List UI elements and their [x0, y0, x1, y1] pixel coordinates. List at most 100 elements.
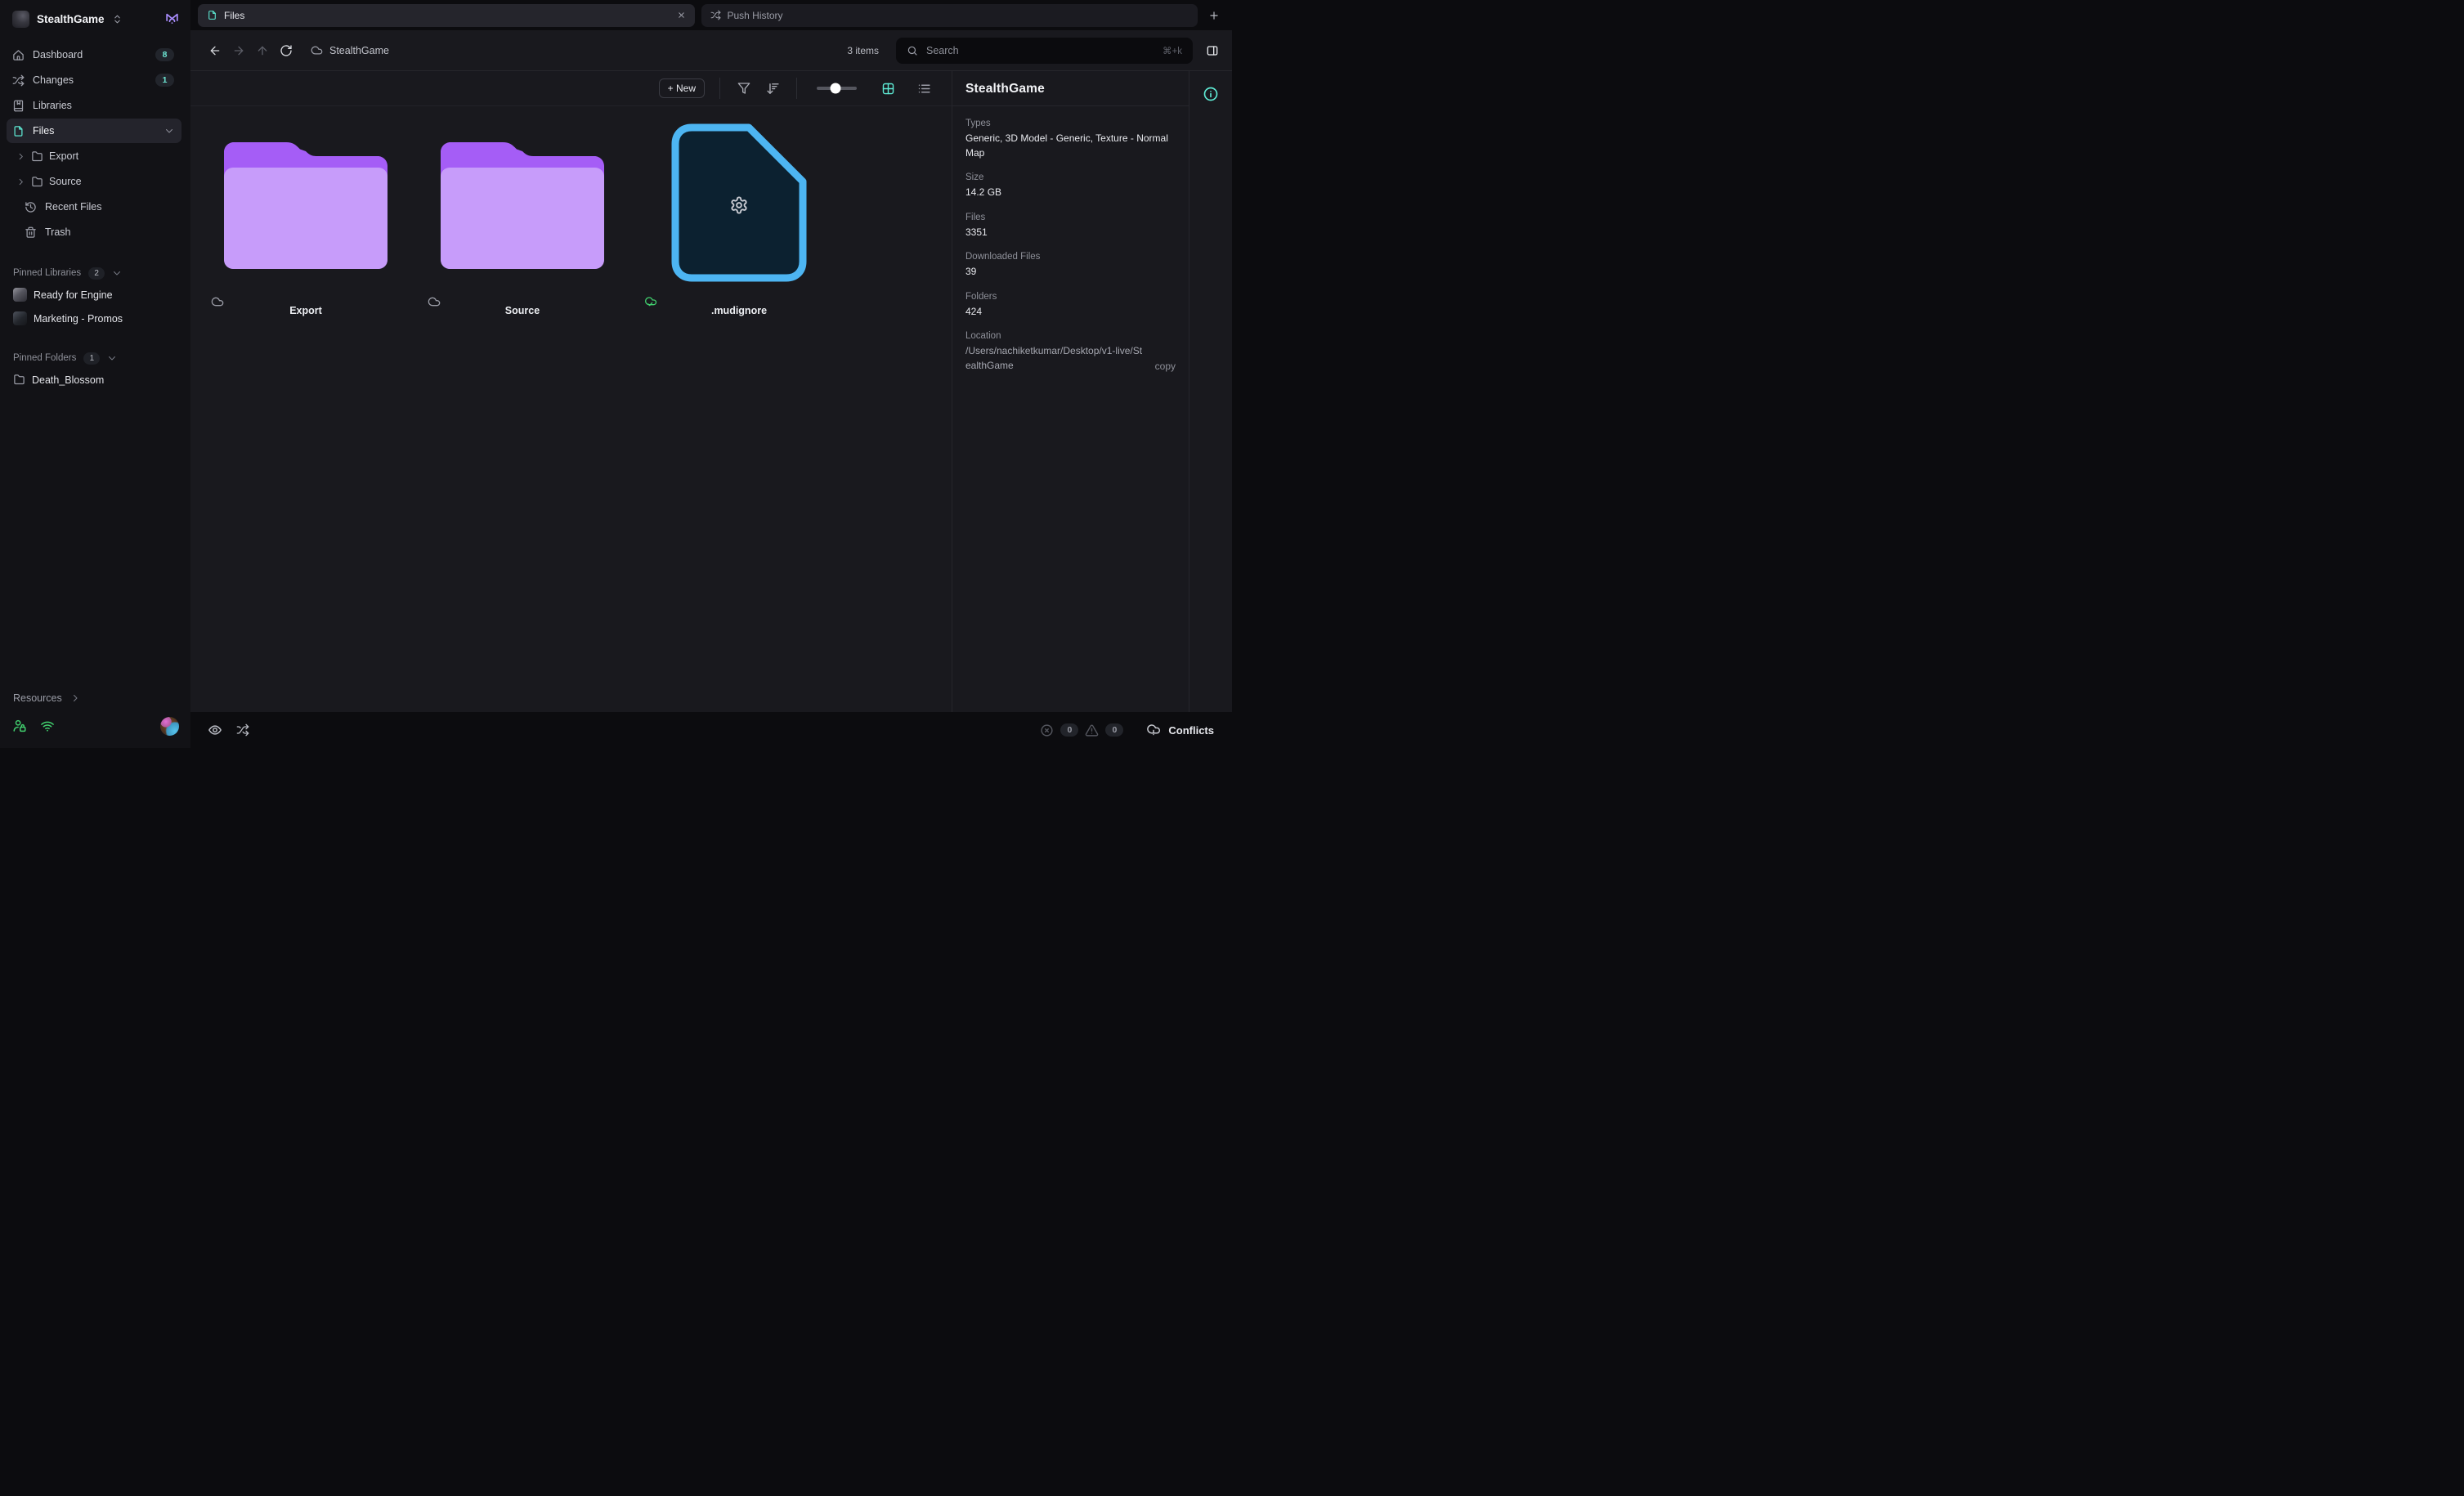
home-icon: [12, 49, 25, 61]
field-label: Types: [965, 117, 1176, 130]
thumbnail-size-slider[interactable]: [817, 87, 857, 90]
folder-icon: [31, 150, 43, 163]
tab-push-history[interactable]: Push History: [701, 4, 1198, 27]
conflicts-label: Conflicts: [1168, 724, 1214, 737]
chevron-down-icon[interactable]: [164, 126, 174, 136]
up-button[interactable]: [253, 42, 271, 60]
pinned-library-label: Ready for Engine: [34, 289, 113, 301]
field-folders: Folders 424: [965, 290, 1176, 320]
sidebar-item-label: Dashboard: [33, 49, 147, 60]
pinned-library-marketing-promos[interactable]: Marketing - Promos: [0, 307, 190, 330]
field-value: Generic, 3D Model - Generic, Texture - N…: [965, 132, 1176, 160]
breadcrumb[interactable]: StealthGame: [311, 44, 389, 56]
slider-thumb[interactable]: [830, 83, 840, 94]
search-box[interactable]: ⌘+k: [896, 38, 1193, 64]
chevron-down-icon[interactable]: [107, 353, 117, 363]
card-body: + New: [190, 71, 1232, 712]
items-count: 3 items: [847, 45, 896, 56]
error-circle-icon[interactable]: [1040, 723, 1054, 737]
project-name: StealthGame: [37, 13, 105, 25]
sidebar-item-label: Export: [49, 150, 181, 162]
navigation-toolbar: StealthGame 3 items ⌘+k: [190, 30, 1232, 71]
new-tab-button[interactable]: [1204, 6, 1224, 25]
sidebar-item-label: Files: [33, 125, 156, 137]
sidebar-item-libraries[interactable]: Libraries: [7, 93, 181, 118]
cloud-alert-icon: [1146, 723, 1161, 737]
forward-button[interactable]: [230, 42, 248, 60]
pinned-libraries-title: Pinned Libraries: [13, 268, 81, 278]
new-button[interactable]: + New: [659, 78, 705, 98]
shuffle-icon: [12, 74, 25, 87]
conflicts-button[interactable]: Conflicts: [1146, 723, 1214, 737]
user-avatar[interactable]: [160, 717, 179, 736]
tab-files[interactable]: Files: [198, 4, 695, 27]
file-graphic: [670, 122, 809, 289]
cloud-icon: [428, 295, 441, 308]
arrow-left-icon: [208, 44, 222, 57]
grid-item-mudignore-selected[interactable]: .mudignore: [657, 119, 821, 325]
library-thumbnail: [13, 288, 27, 302]
changes-badge: 1: [155, 74, 174, 87]
sidebar-item-label: Libraries: [33, 100, 174, 111]
details-fields: Types Generic, 3D Model - Generic, Textu…: [952, 106, 1189, 383]
sidebar-item-dashboard[interactable]: Dashboard 8: [7, 43, 181, 67]
grid-view-button[interactable]: [879, 79, 897, 97]
grid-item-export[interactable]: Export: [224, 119, 388, 325]
sidebar-item-changes[interactable]: Changes 1: [7, 68, 181, 92]
pinned-library-ready-for-engine[interactable]: Ready for Engine: [0, 283, 190, 307]
panel-toggle-button[interactable]: [1203, 42, 1221, 60]
sidebar-item-label: Changes: [33, 74, 147, 86]
chevron-down-icon[interactable]: [112, 268, 122, 278]
warning-triangle-icon[interactable]: [1085, 723, 1099, 737]
list-view-button[interactable]: [915, 79, 933, 97]
app-window: StealthGame Dashboard 8 Changes 1 Librar…: [0, 0, 1232, 748]
file-icon: [12, 125, 25, 137]
chevron-updown-icon[interactable]: [112, 14, 123, 25]
chevron-right-icon[interactable]: [16, 177, 25, 186]
info-button[interactable]: [1203, 85, 1219, 103]
search-shortcut: ⌘+k: [1163, 45, 1182, 56]
field-location: Location /Users/nachiketkumar/Desktop/v1…: [965, 329, 1176, 373]
pinned-folders-count: 1: [83, 352, 100, 365]
dashboard-badge: 8: [155, 48, 174, 61]
sidebar-item-files[interactable]: Files: [7, 119, 181, 143]
user-lock-icon[interactable]: [12, 719, 27, 733]
project-switcher[interactable]: StealthGame: [0, 0, 190, 38]
project-thumbnail: [12, 11, 29, 28]
sidebar: StealthGame Dashboard 8 Changes 1 Librar…: [0, 0, 190, 748]
file-thumbnail[interactable]: [657, 119, 821, 291]
sidebar-item-export[interactable]: Export: [7, 144, 181, 168]
toolbar-separator: [719, 78, 720, 99]
pinned-folders-header[interactable]: Pinned Folders 1: [0, 348, 190, 368]
pinned-libraries-header[interactable]: Pinned Libraries 2: [0, 263, 190, 283]
item-label: Source: [441, 293, 604, 316]
refresh-button[interactable]: [277, 42, 295, 60]
sync-activity-button[interactable]: [236, 723, 249, 737]
sidebar-item-recent-files[interactable]: Recent Files: [7, 195, 181, 219]
folder-icon: [13, 374, 25, 386]
folder-thumbnail[interactable]: [441, 119, 604, 291]
sidebar-item-trash[interactable]: Trash: [7, 220, 181, 244]
field-label: Downloaded Files: [965, 250, 1176, 263]
content-area: + New: [190, 71, 952, 712]
folder-thumbnail[interactable]: [224, 119, 388, 291]
preview-toggle-button[interactable]: [208, 723, 222, 737]
field-value: 3351: [965, 226, 1176, 240]
copy-button[interactable]: copy: [1155, 361, 1176, 373]
close-icon[interactable]: [677, 11, 686, 20]
chevron-right-icon[interactable]: [16, 152, 25, 161]
error-count-badge: 0: [1060, 723, 1078, 737]
sidebar-footer: [0, 710, 190, 748]
search-input[interactable]: [926, 45, 1154, 56]
info-icon: [1203, 86, 1219, 102]
back-button[interactable]: [206, 42, 224, 60]
sort-button[interactable]: [764, 79, 782, 97]
grid-item-source[interactable]: Source: [441, 119, 604, 325]
wifi-status-icon[interactable]: [40, 719, 55, 733]
resources-link[interactable]: Resources: [0, 686, 190, 710]
details-panel: StealthGame Types Generic, 3D Model - Ge…: [952, 71, 1189, 712]
pinned-folder-death-blossom[interactable]: Death_Blossom: [0, 368, 190, 392]
filter-button[interactable]: [735, 79, 753, 97]
sidebar-item-source[interactable]: Source: [7, 169, 181, 194]
list-icon: [917, 82, 931, 96]
